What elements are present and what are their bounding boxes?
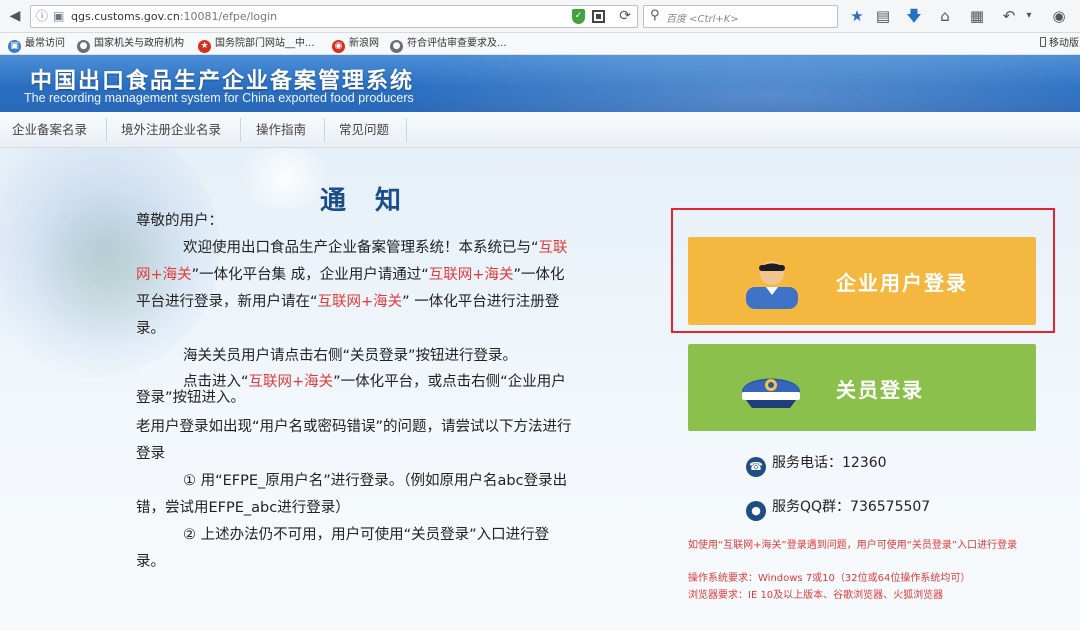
notice-paragraph-4: 老用户登录如出现“用户名或密码错误”的问题，请尝试以下方法进行登录 <box>136 419 572 462</box>
nav-divider <box>240 118 241 142</box>
service-qq: ● 服务QQ群：736575507 <box>746 498 930 521</box>
nav-divider <box>106 118 107 142</box>
qr-code-icon[interactable] <box>592 10 605 23</box>
book-icon: ▣ <box>8 40 21 53</box>
globe-icon: ● <box>390 40 403 53</box>
customs-officer-login-label: 关员登录 <box>836 378 924 402</box>
info-icon[interactable]: ⓘ <box>36 9 48 24</box>
chevron-down-icon[interactable]: ▾ <box>1018 5 1040 27</box>
address-bar[interactable]: ⓘ ▣ qgs.customs.gov.cn:10081/efpe/login … <box>30 5 638 28</box>
nav-operation-guide[interactable]: 操作指南 <box>256 122 306 138</box>
bookmark-assessment[interactable]: ● 符合评估审查要求及... <box>390 36 507 53</box>
site-header: 中国出口食品生产企业备案管理系统 The recording managemen… <box>0 55 1080 112</box>
notice-paragraph-3: 点击进入“互联网+海关”一体化平台，或点击右侧“企业用户登录”按钮进入。 <box>136 374 566 406</box>
nav-faq[interactable]: 常见问题 <box>339 122 389 138</box>
browser-requirement: 浏览器要求：IE 10及以上版本、谷歌浏览器、火狐浏览器 <box>688 590 944 601</box>
search-icon: ⚲ <box>650 8 660 23</box>
qq-penguin-icon: ● <box>746 501 766 521</box>
enterprise-login-button[interactable]: 企业用户登录 <box>688 237 1036 325</box>
home-icon[interactable]: ⌂ <box>934 5 956 27</box>
nav-enterprise-directory[interactable]: 企业备案名录 <box>12 122 87 138</box>
notice-body: 尊敬的用户： 欢迎使用出口食品生产企业备案管理系统！本系统已与“互联网+海关”一… <box>136 208 576 576</box>
login-help-tip: 如使用“互联网+海关”登录遇到问题，用户可使用“关员登录”入口进行登录 <box>688 540 1018 551</box>
notice-paragraph-6: ② 上述办法仍不可用，用户可使用“关员登录”入口进行登录。 <box>136 527 550 570</box>
notice-paragraph-1: 欢迎使用出口食品生产企业备案管理系统！本系统已与“互联网+海关”一体化平台集 成… <box>136 240 568 337</box>
notice-paragraph-2: 海关关员用户请点击右侧“关员登录”按钮进行登录。 <box>183 348 518 364</box>
download-icon[interactable]: 🡇 <box>903 5 925 27</box>
bookmark-state-council[interactable]: ★ 国务院部门网站__中... <box>198 36 315 53</box>
nav-overseas-directory[interactable]: 境外注册企业名录 <box>121 122 221 138</box>
browser-toolbar: ◀ ⓘ ▣ qgs.customs.gov.cn:10081/efpe/logi… <box>0 0 1080 33</box>
bookmark-mobile[interactable]: 移动版 <box>1040 36 1079 52</box>
mobile-icon <box>1040 37 1046 47</box>
refresh-icon[interactable]: ⟳ <box>619 8 631 25</box>
nav-divider <box>324 118 325 142</box>
customs-officer-login-button[interactable]: 关员登录 <box>688 344 1036 431</box>
customs-cap-icon <box>742 378 800 408</box>
star-bookmark-icon[interactable]: ★ <box>846 5 868 27</box>
emblem-icon: ★ <box>198 40 211 53</box>
crop-screenshot-icon[interactable]: ▦ <box>966 5 988 27</box>
site-nav: 企业备案名录 境外注册企业名录 操作指南 常见问题 <box>0 112 1080 148</box>
address-url: qgs.customs.gov.cn:10081/efpe/login <box>71 10 278 23</box>
search-box[interactable]: ⚲ 百度 <Ctrl+K> <box>643 5 838 28</box>
enterprise-login-label: 企业用户登录 <box>836 271 968 295</box>
reader-list-icon[interactable]: ▤ <box>872 5 894 27</box>
os-requirement: 操作系统要求：Windows 7或10（32位或64位操作系统均可） <box>688 573 971 584</box>
sina-eye-icon: ◉ <box>332 40 345 53</box>
bookmark-gov-agencies[interactable]: ● 国家机关与政府机构 <box>77 36 184 53</box>
notice-greeting: 尊敬的用户： <box>136 213 223 229</box>
bookmark-most-visited[interactable]: ▣ 最常访问 <box>8 36 65 53</box>
main-content: 通 知 尊敬的用户： 欢迎使用出口食品生产企业备案管理系统！本系统已与“互联网+… <box>0 148 1080 631</box>
nav-divider <box>406 118 407 142</box>
user-icon <box>746 261 798 309</box>
chat-bubble-icon[interactable]: ◉ <box>1048 5 1070 27</box>
shield-icon[interactable]: ✓ <box>572 9 585 24</box>
search-placeholder: 百度 <Ctrl+K> <box>666 14 739 25</box>
undo-icon[interactable]: ↶ <box>998 5 1020 27</box>
service-phone: ☎ 服务电话：12360 <box>746 454 887 477</box>
notice-paragraph-5: ① 用“EFPE_原用户名”进行登录。（例如原用户名abc登录出错，尝试用EFP… <box>136 473 568 516</box>
phone-icon: ☎ <box>746 457 766 477</box>
site-subtitle: The recording management system for Chin… <box>24 91 414 105</box>
bookmark-sina[interactable]: ◉ 新浪网 <box>332 36 379 53</box>
back-icon[interactable]: ◀ <box>5 6 25 26</box>
page-icon: ▣ <box>53 9 65 23</box>
bookmarks-bar: ▣ 最常访问 ● 国家机关与政府机构 ★ 国务院部门网站__中... ◉ 新浪网 ● 符合… <box>0 33 1080 55</box>
globe-icon: ● <box>77 40 90 53</box>
